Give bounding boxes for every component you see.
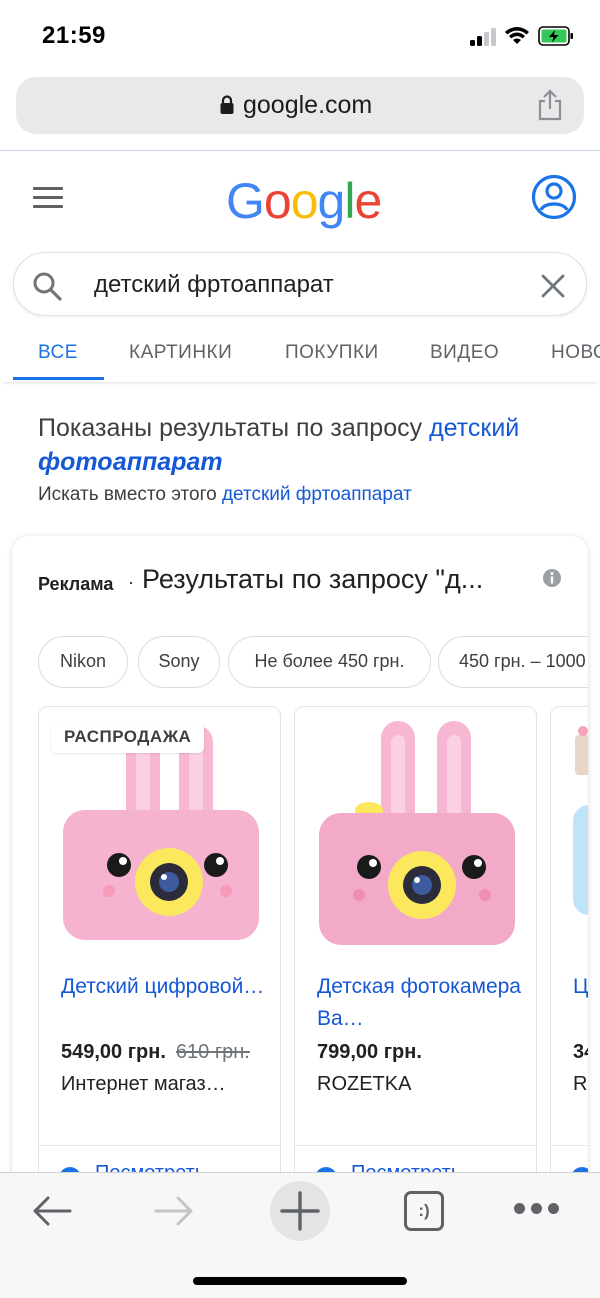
corrected-query-link-continued[interactable]: фотоаппарат: [38, 448, 223, 477]
search-icon[interactable]: [32, 271, 62, 301]
original-query-link[interactable]: детский фртоаппарат: [222, 484, 412, 505]
tab-shopping[interactable]: ПОКУПКИ: [285, 342, 379, 364]
logo-letter: l: [344, 173, 355, 229]
product-title[interactable]: Детская фотокамера Ва…: [317, 971, 527, 1035]
bottom-toolbar: :): [0, 1172, 600, 1298]
product-title[interactable]: Детский цифровой…: [61, 971, 271, 1003]
status-time: 21:59: [42, 22, 106, 49]
logo-letter: o: [290, 173, 319, 229]
product-divider: [295, 1145, 536, 1146]
chip-nikon[interactable]: Nikon: [38, 636, 128, 688]
tab-switcher-button[interactable]: :): [404, 1191, 444, 1231]
logo-letter: g: [317, 173, 346, 229]
ad-title: Результаты по запросу "д...: [142, 564, 484, 594]
forward-arrow-icon: [154, 1196, 193, 1226]
logo-letter: e: [354, 173, 382, 229]
ad-separator: ·: [128, 572, 134, 592]
google-logo[interactable]: Google: [226, 172, 382, 230]
logo-letter: o: [263, 173, 292, 229]
hamburger-menu-icon[interactable]: [33, 187, 63, 209]
product-price-line: 549,00 грн. 610 грн.: [61, 1041, 250, 1064]
showing-results-text: Показаны результаты по запросу: [38, 414, 423, 442]
search-input[interactable]: детский фртоаппарат: [94, 271, 334, 299]
chip-max-450[interactable]: Не более 450 грн.: [228, 636, 431, 688]
new-tab-button[interactable]: [270, 1181, 330, 1241]
back-arrow-icon[interactable]: [30, 1193, 74, 1229]
logo-letter: G: [226, 173, 265, 229]
product-price: 549,00 грн.: [61, 1041, 166, 1063]
search-tabs: ВСЕ КАРТИНКИ ПОКУПКИ ВИДЕО НОВО: [0, 328, 600, 382]
account-icon[interactable]: [531, 174, 577, 220]
ad-label: Реклама: [38, 574, 114, 594]
chip-sony[interactable]: Sony: [138, 636, 220, 688]
showing-results-line: Показаны результаты по запросу детский: [38, 414, 519, 443]
search-box[interactable]: детский фртоаппарат: [13, 252, 587, 316]
tab-video[interactable]: ВИДЕО: [430, 342, 499, 364]
address-url: google.com: [243, 91, 373, 119]
product-store: RO: [573, 1073, 588, 1095]
shopping-ads-card: Реклама · Результаты по запросу "д... Ni…: [12, 536, 588, 1236]
corrected-query-link[interactable]: детский: [429, 414, 519, 442]
product-price: 349: [573, 1041, 588, 1063]
sale-badge: РАСПРОДАЖА: [51, 721, 205, 753]
chip-450-1000[interactable]: 450 грн. – 1000: [438, 636, 588, 688]
product-image-pink-camera: [319, 721, 515, 945]
top-divider: [0, 150, 600, 151]
filter-chips: Nikon Sony Не более 450 грн. 450 грн. – …: [38, 636, 588, 688]
tab-all[interactable]: ВСЕ: [38, 342, 78, 364]
plus-icon: [280, 1191, 320, 1231]
lock-icon: [220, 95, 234, 114]
tab-news[interactable]: НОВО: [551, 342, 600, 364]
product-card[interactable]: РАСПРОДАЖА Детский цифровой… 549,00 грн.…: [38, 706, 281, 1186]
active-tab-indicator: [13, 377, 104, 380]
cellular-signal-icon: [470, 28, 498, 46]
product-price: 799,00 грн.: [317, 1041, 422, 1063]
clear-search-icon[interactable]: [540, 273, 566, 299]
tab-count-icon: :): [404, 1191, 444, 1231]
search-instead-line: Искать вместо этого детский фртоаппарат: [38, 484, 412, 506]
product-divider: [39, 1145, 280, 1146]
info-icon[interactable]: [542, 568, 562, 588]
wifi-icon: [505, 27, 529, 44]
home-indicator: [193, 1277, 407, 1285]
product-title[interactable]: Ци… де…: [573, 971, 588, 1003]
product-card[interactable]: Детская фотокамера Ва… 799,00 грн. ROZET…: [294, 706, 537, 1186]
battery-charging-icon: [538, 26, 573, 46]
product-store: Интернет магаз…: [61, 1073, 226, 1095]
more-options-icon[interactable]: [514, 1199, 560, 1219]
search-instead-text: Искать вместо этого: [38, 484, 217, 505]
address-bar[interactable]: google.com: [16, 77, 584, 134]
tab-images[interactable]: КАРТИНКИ: [129, 342, 232, 364]
share-icon[interactable]: [536, 89, 564, 121]
product-image-blue-camera: [573, 726, 588, 915]
product-divider: [551, 1145, 588, 1146]
product-card[interactable]: Ци… де… 349 RO: [550, 706, 588, 1186]
product-store: ROZETKA: [317, 1073, 412, 1095]
status-bar: 21:59: [0, 0, 600, 70]
product-old-price: 610 грн.: [175, 1041, 250, 1063]
